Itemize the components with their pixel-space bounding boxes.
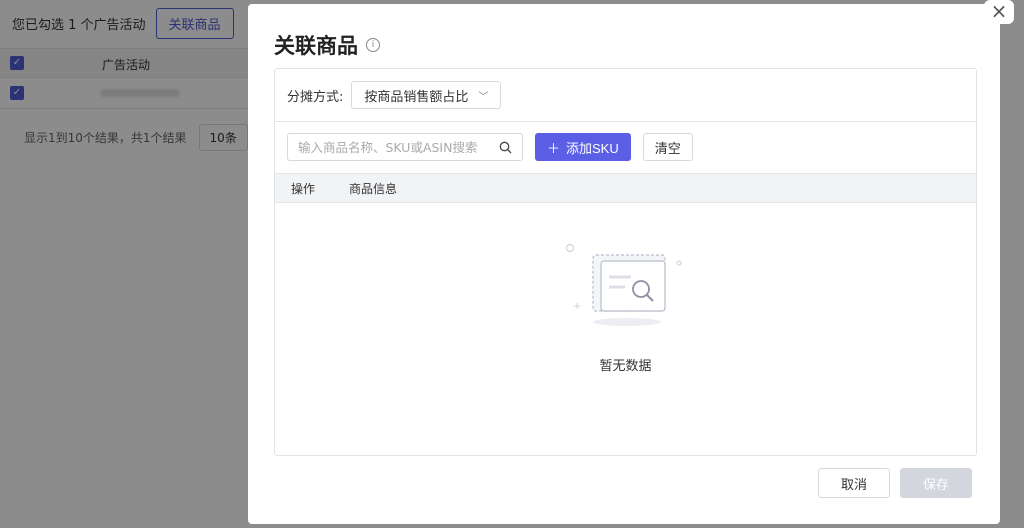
modal-title: 关联商品 i [274,30,380,60]
save-button[interactable]: 保存 [900,468,972,498]
search-box [287,133,523,161]
close-icon[interactable]: × [984,0,1014,24]
empty-state: + [275,239,976,333]
search-input[interactable] [298,139,488,155]
add-sku-label: 添加SKU [566,140,619,156]
column-product-info: 商品信息 [349,181,398,196]
link-products-modal: 关联商品 i 分摊方式: 按商品销售额占比 ﹀ ＋ 添加SKU 清 [248,4,1000,524]
plus-icon: ＋ [547,140,561,156]
allocation-label: 分摊方式: [287,89,344,105]
info-icon[interactable]: i [366,38,380,52]
search-icon[interactable] [499,141,512,154]
allocation-row: 分摊方式: 按商品销售额占比 ﹀ [287,81,502,109]
cancel-button[interactable]: 取消 [818,468,890,498]
modal-panel: 分摊方式: 按商品销售额占比 ﹀ ＋ 添加SKU 清空 操作 商 [274,68,977,456]
svg-text:+: + [573,301,581,312]
add-sku-button[interactable]: ＋ 添加SKU [535,133,631,161]
column-action: 操作 [291,181,316,196]
allocation-selected: 按商品销售额占比 [364,89,469,105]
search-row: ＋ 添加SKU 清空 [287,133,693,161]
empty-text: 暂无数据 [599,359,652,374]
divider [275,121,976,122]
product-table-header: 操作 商品信息 [275,173,976,203]
modal-title-text: 关联商品 [274,34,358,58]
allocation-select[interactable]: 按商品销售额占比 ﹀ [351,81,502,109]
chevron-down-icon: ﹀ [478,91,489,103]
modal-footer: 取消 保存 [818,468,972,498]
empty-illustration-icon: + [565,244,681,326]
clear-button[interactable]: 清空 [642,133,693,161]
